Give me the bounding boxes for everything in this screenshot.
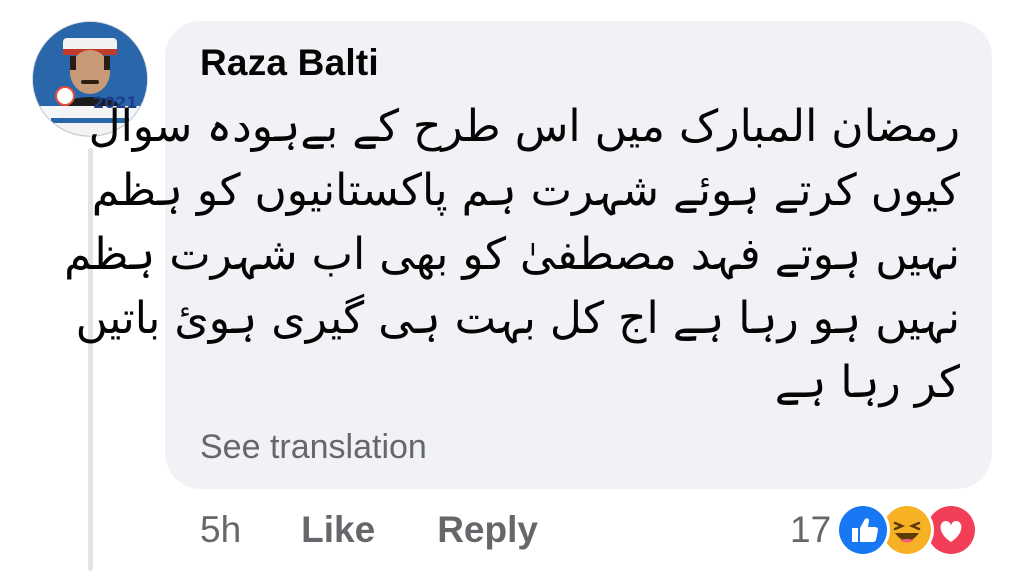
reaction-icons xyxy=(839,503,985,557)
reactions-summary[interactable]: 17 xyxy=(790,503,985,557)
comment-text-line: نہیں ہو رہا ہے اج کل بہت ہی گیری ہوئ بات… xyxy=(75,293,960,344)
comment-text: رمضان المبارک میں اس طرح کے بےہودہ سوال … xyxy=(64,95,960,415)
comment-timestamp[interactable]: 5h xyxy=(200,509,241,551)
reply-button[interactable]: Reply xyxy=(437,509,538,551)
comment-text-line: رمضان المبارک میں اس طرح کے بےہودہ سوال xyxy=(88,101,960,152)
love-icon xyxy=(927,506,976,554)
like-icon xyxy=(839,506,888,554)
comment-text-line: کر رہا ہے xyxy=(774,357,960,408)
reaction-count: 17 xyxy=(790,509,832,550)
comment-text-line: کیوں کرتے ہوئے شہرت ہم پاکستانیوں کو ہظم xyxy=(91,165,960,216)
haha-icon xyxy=(883,506,932,554)
comment-text-line: نہیں ہوتے فہد مصطفیٰ کو بھی اب شہرت ہظم xyxy=(64,229,960,280)
comment-actions: 5h Like Reply xyxy=(200,505,538,555)
see-translation-link[interactable]: See translation xyxy=(200,428,427,467)
comment-author[interactable]: Raza Balti xyxy=(200,42,379,84)
like-button[interactable]: Like xyxy=(301,509,375,551)
comment-thread: 2021 Raza Balti رمضان المبارک میں اس طرح… xyxy=(0,0,1024,571)
